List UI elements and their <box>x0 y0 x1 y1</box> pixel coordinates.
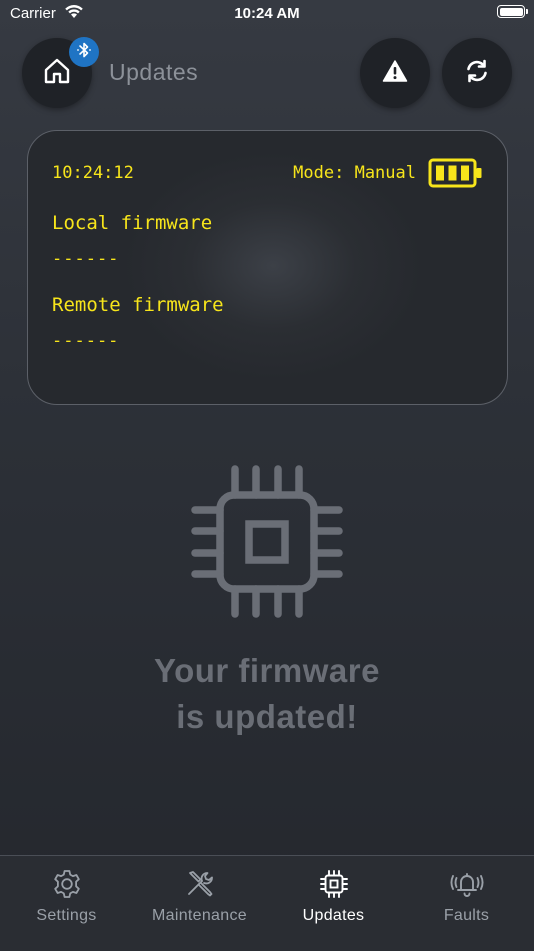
tab-faults[interactable]: Faults <box>400 856 533 951</box>
tab-updates-label: Updates <box>302 907 365 924</box>
tab-faults-label: Faults <box>443 907 490 924</box>
local-firmware-label: Local firmware <box>52 212 213 234</box>
bluetooth-icon <box>75 40 93 65</box>
tab-settings[interactable]: Settings <box>0 856 133 951</box>
remote-firmware-label: Remote firmware <box>52 294 224 316</box>
gear-icon <box>0 868 133 900</box>
device-display-panel: 10:24:12 Mode: Manual Local firmware ---… <box>27 130 508 405</box>
remote-firmware-value: ------ <box>52 331 120 351</box>
refresh-icon <box>464 58 490 89</box>
chip-icon <box>267 868 400 900</box>
tab-maintenance[interactable]: Maintenance <box>133 856 266 951</box>
refresh-button[interactable] <box>442 38 512 108</box>
tab-maintenance-label: Maintenance <box>152 907 247 924</box>
tab-settings-label: Settings <box>36 907 97 924</box>
device-time: 10:24:12 <box>52 163 134 183</box>
home-icon <box>42 56 72 91</box>
alerts-button[interactable] <box>360 38 430 108</box>
clock: 10:24 AM <box>234 5 300 22</box>
tools-icon <box>133 868 266 900</box>
tab-updates[interactable]: Updates <box>267 856 400 951</box>
battery-status-icon <box>497 5 528 18</box>
battery-icon <box>428 158 484 192</box>
alarm-bell-icon <box>400 868 533 900</box>
bluetooth-status-badge[interactable] <box>69 37 99 67</box>
warning-icon <box>382 59 408 88</box>
device-mode: Mode: Manual <box>293 163 416 183</box>
chip-icon <box>190 465 345 625</box>
firmware-status-message: Your firmware is updated! <box>0 648 534 740</box>
status-bar: Carrier 10:24 AM <box>0 0 534 28</box>
local-firmware-value: ------ <box>52 249 120 269</box>
status-message-line-1: Your firmware <box>154 652 380 689</box>
status-message-line-2: is updated! <box>176 698 358 735</box>
bottom-tab-bar: Settings Maintenance Updates Faults <box>0 855 534 951</box>
page-title: Updates <box>109 59 199 85</box>
